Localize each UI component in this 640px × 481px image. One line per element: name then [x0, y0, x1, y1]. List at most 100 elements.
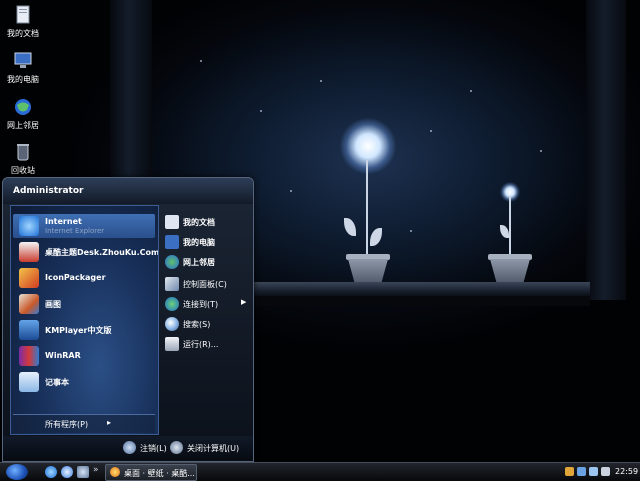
desktop-icon-recycle-bin[interactable]: 回收站 [0, 141, 46, 176]
wallpaper-star [260, 110, 262, 112]
system-tray: 22:59 [565, 464, 640, 480]
wallpaper-star [470, 90, 472, 92]
flower-stem [366, 160, 368, 255]
computer-icon [12, 50, 34, 72]
wallpaper-star [540, 150, 542, 152]
arrow-right-icon: ▸ [107, 418, 112, 427]
logoff-button[interactable]: 注销(L) [123, 441, 173, 455]
iconpackager-icon [19, 268, 39, 288]
ie-icon [19, 216, 39, 236]
program-name: 桌酷主题Desk.ZhouKu.Com [45, 248, 159, 257]
flower-stem [509, 196, 511, 256]
program-name: KMPlayer中文版 [45, 326, 112, 335]
winrar-icon [19, 346, 39, 366]
glowing-flower [340, 118, 396, 174]
places-item-label: 我的文档 [183, 218, 215, 227]
tray-icon-network[interactable] [577, 467, 586, 476]
tray-icon-app[interactable] [601, 467, 610, 476]
start-menu: Administrator Internet Internet Explorer… [2, 177, 254, 462]
desktop-icon-label: 我的电脑 [7, 75, 39, 84]
computer-icon [165, 235, 179, 249]
start-menu-user-name: Administrator [3, 178, 253, 204]
start-menu-footer: 注销(L) 关闭计算机(U) [3, 436, 253, 461]
start-button[interactable] [6, 464, 28, 480]
wallpaper-pillar-right [586, 0, 626, 300]
wallpaper-star [200, 60, 202, 62]
taskbar: » 桌面 · 壁纸 · 桌酷... 22:59 [0, 462, 640, 481]
logoff-icon [123, 441, 136, 454]
program-name: IconPackager [45, 273, 106, 282]
places-item-label: 运行(R)... [183, 340, 219, 349]
shutdown-label: 关闭计算机(U) [187, 444, 240, 453]
quicklaunch-more-icon[interactable]: » [93, 465, 99, 475]
control-panel-icon [165, 277, 179, 291]
wallpaper-star [410, 230, 412, 232]
quicklaunch-browser-icon[interactable] [61, 466, 73, 478]
program-item-notepad[interactable]: 记事本 [13, 370, 155, 394]
quicklaunch-desktop-icon[interactable] [77, 466, 89, 478]
places-item-network[interactable]: 网上邻居 [163, 253, 249, 271]
browser-icon [110, 467, 120, 477]
taskbar-window-label: 桌面 · 壁纸 · 桌酷... [124, 469, 195, 478]
flower-leaf [500, 225, 509, 238]
desktop-icon-label: 网上邻居 [7, 121, 39, 130]
search-icon [165, 317, 179, 331]
flower-leaf [370, 228, 382, 246]
quicklaunch-ie-icon[interactable] [45, 466, 57, 478]
desktop-icon-my-computer[interactable]: 我的电脑 [0, 50, 46, 85]
places-item-run[interactable]: 运行(R)... [163, 335, 249, 353]
program-item-kmplayer[interactable]: KMPlayer中文版 [13, 318, 155, 342]
tray-icon-display[interactable] [589, 467, 598, 476]
program-item-paint[interactable]: 画图 [13, 292, 155, 316]
places-item-search[interactable]: 搜索(S) [163, 315, 249, 333]
theme-icon [19, 242, 39, 262]
power-icon [170, 441, 183, 454]
taskbar-clock[interactable]: 22:59 [615, 467, 638, 476]
program-name: Internet [45, 217, 82, 226]
documents-icon [12, 4, 34, 26]
desktop-icon-my-documents[interactable]: 我的文档 [0, 4, 46, 39]
program-subtitle: Internet Explorer [45, 227, 105, 235]
desktop-icon-label: 我的文档 [7, 29, 39, 38]
places-item-label: 控制面板(C) [183, 280, 227, 289]
network-icon [12, 96, 34, 118]
places-item-connect-to[interactable]: 连接到(T) ▶ [163, 295, 249, 313]
program-item-winrar[interactable]: WinRAR [13, 344, 155, 368]
connect-icon [165, 297, 179, 311]
wallpaper-star [320, 80, 322, 82]
program-item-zhouku-theme[interactable]: 桌酷主题Desk.ZhouKu.Com [13, 240, 158, 264]
program-name: 画图 [45, 300, 61, 309]
start-menu-programs-pane: Internet Internet Explorer 桌酷主题Desk.Zhou… [10, 205, 159, 435]
places-item-my-documents[interactable]: 我的文档 [163, 213, 249, 231]
wallpaper-star [430, 130, 432, 132]
paint-icon [19, 294, 39, 314]
places-item-label: 搜索(S) [183, 320, 211, 329]
desktop-icon-label: 回收站 [11, 166, 35, 175]
all-programs-label: 所有程序(P) [45, 420, 89, 429]
places-item-label: 网上邻居 [183, 258, 215, 267]
tray-icon-speaker[interactable] [565, 467, 574, 476]
documents-icon [165, 215, 179, 229]
run-icon [165, 337, 179, 351]
recycle-bin-icon [12, 141, 34, 163]
kmplayer-icon [19, 320, 39, 340]
taskbar-window-button[interactable]: 桌面 · 壁纸 · 桌酷... [105, 464, 197, 481]
places-item-label: 我的电脑 [183, 238, 215, 247]
arrow-right-icon: ▶ [241, 298, 247, 306]
network-icon [165, 255, 179, 269]
notepad-icon [19, 372, 39, 392]
all-programs-button[interactable]: 所有程序(P) ▸ [13, 414, 155, 433]
desktop-icon-network[interactable]: 网上邻居 [0, 96, 46, 131]
program-item-iconpackager[interactable]: IconPackager [13, 266, 155, 290]
places-item-control-panel[interactable]: 控制面板(C) [163, 275, 249, 293]
places-item-label: 连接到(T) [183, 300, 219, 309]
shutdown-button[interactable]: 关闭计算机(U) [170, 441, 250, 455]
program-name: 记事本 [45, 378, 69, 387]
program-name: WinRAR [45, 351, 81, 360]
flower-leaf [344, 218, 356, 236]
wallpaper-star [290, 190, 292, 192]
program-item-internet[interactable]: Internet Internet Explorer [13, 214, 155, 238]
logoff-label: 注销(L) [140, 444, 167, 453]
start-menu-places-pane: 我的文档 我的电脑 网上邻居 控制面板(C) 连接到(T) ▶ 搜索(S) 运行… [161, 205, 251, 433]
places-item-my-computer[interactable]: 我的电脑 [163, 233, 249, 251]
